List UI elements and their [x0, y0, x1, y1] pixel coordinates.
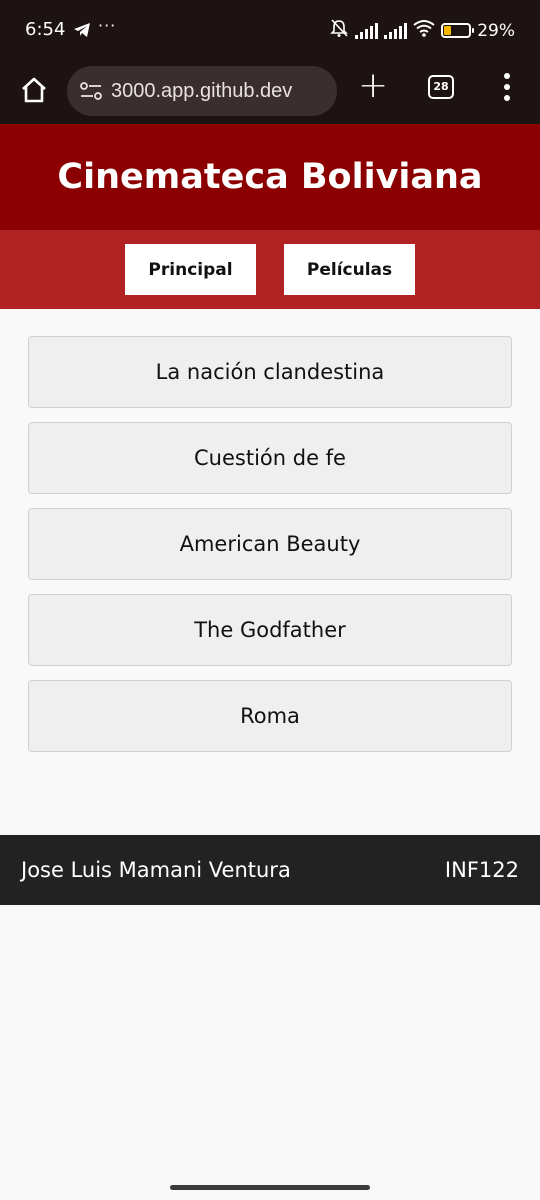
status-icons: 29% [329, 18, 515, 43]
url-text[interactable]: 3000.app.github.dev [111, 80, 292, 103]
nav-principal-button[interactable]: Principal [125, 244, 256, 295]
overflow-dots: ··· [98, 16, 117, 35]
battery-percent: 29% [477, 20, 515, 41]
new-tab-button[interactable]: + [358, 68, 388, 104]
mute-icon [329, 18, 349, 43]
address-bar[interactable]: 3000.app.github.dev [67, 66, 337, 116]
movie-item[interactable]: La nación clandestina [28, 336, 512, 408]
status-bar: 6:54 ··· 29% [0, 0, 540, 60]
home-icon [22, 77, 46, 103]
movie-item[interactable]: Roma [28, 680, 512, 752]
signal-icon [355, 22, 379, 39]
browser-menu-button[interactable] [500, 73, 514, 101]
movie-list: La nación clandestina Cuestión de fe Ame… [28, 336, 512, 766]
footer-course: INF122 [444, 858, 519, 882]
tab-switcher-button[interactable]: 28 [428, 75, 454, 99]
browser-toolbar: 3000.app.github.dev + 28 [0, 60, 540, 124]
movie-item[interactable]: American Beauty [28, 508, 512, 580]
battery-icon [441, 23, 475, 38]
clock: 6:54 [25, 19, 66, 40]
telegram-icon [73, 22, 91, 42]
movie-item[interactable]: Cuestión de fe [28, 422, 512, 494]
site-header: Cinemateca Boliviana [0, 124, 540, 230]
footer-author: Jose Luis Mamani Ventura [21, 858, 291, 882]
signal-icon [384, 22, 408, 39]
site-settings-icon[interactable] [79, 81, 103, 101]
gesture-handle[interactable] [170, 1185, 370, 1190]
wifi-icon [413, 19, 435, 42]
home-button[interactable] [18, 74, 50, 106]
nav-peliculas-button[interactable]: Películas [284, 244, 415, 295]
site-footer: Jose Luis Mamani Ventura INF122 [0, 835, 540, 905]
page-title: Cinemateca Boliviana [57, 157, 483, 197]
site-nav: Principal Películas [0, 230, 540, 309]
movie-item[interactable]: The Godfather [28, 594, 512, 666]
